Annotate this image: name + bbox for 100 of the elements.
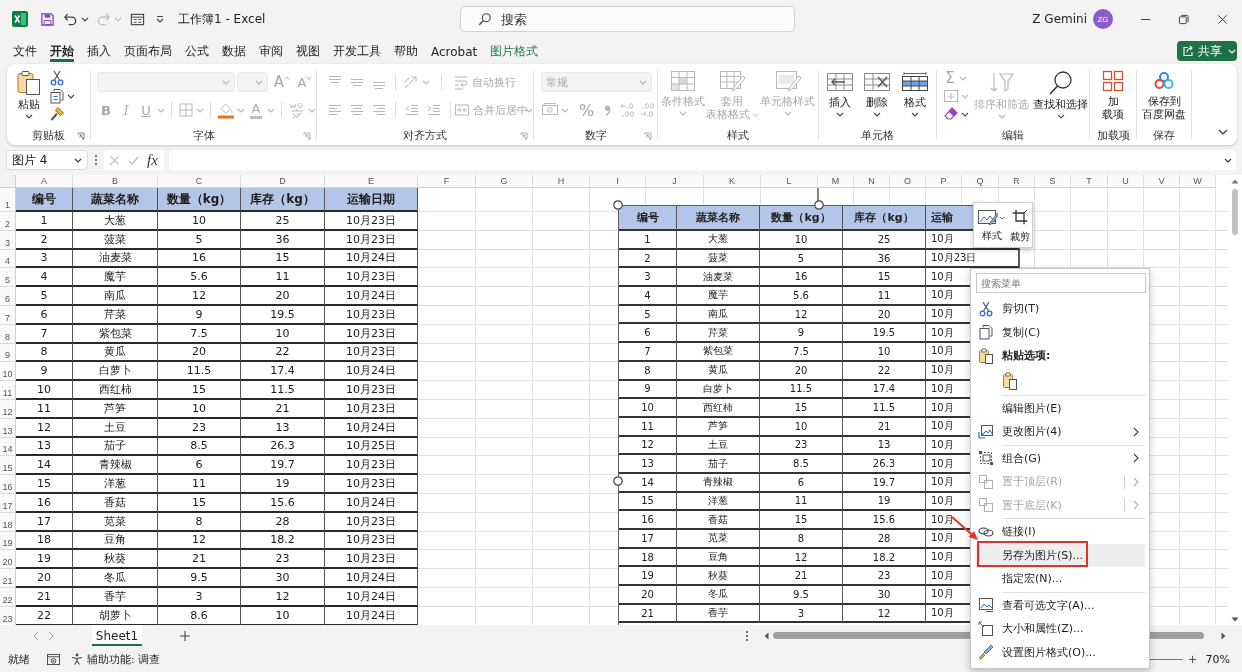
accessibility-status[interactable]: 辅助功能: 调查 (87, 651, 161, 667)
menu-tab[interactable]: 视图 (296, 38, 320, 62)
column-letter[interactable]: B (73, 175, 158, 188)
row-number[interactable]: 20 (0, 550, 16, 570)
scroll-left-icon[interactable] (764, 631, 769, 640)
column-letter[interactable]: N (854, 175, 890, 188)
restore-icon[interactable] (1177, 13, 1189, 25)
expand-formula-bar-icon[interactable] (1224, 157, 1232, 163)
collapse-ribbon-icon[interactable] (1218, 129, 1228, 135)
macro-record-icon[interactable] (47, 653, 60, 665)
menu-item[interactable]: 设置图片格式(O)... (975, 640, 1145, 664)
row-number[interactable]: 5 (0, 268, 16, 288)
save-icon[interactable] (40, 11, 55, 27)
format-painter-icon[interactable] (49, 106, 65, 122)
menu-tab[interactable]: 文件 (13, 38, 37, 62)
scroll-right-icon[interactable] (1221, 631, 1226, 640)
menu-tab[interactable]: 帮助 (394, 38, 418, 62)
resize-handle-icon[interactable] (613, 476, 623, 486)
column-letter[interactable]: Q (962, 175, 999, 188)
cancel-icon[interactable] (109, 154, 120, 166)
paste-button[interactable]: 粘贴 (14, 70, 44, 126)
resize-handle-icon[interactable] (814, 200, 824, 210)
scrollbar-thumb[interactable] (1232, 189, 1238, 235)
caret-icon[interactable] (911, 112, 920, 117)
column-letter[interactable]: S (1035, 175, 1071, 188)
rotation-handle-icon[interactable] (817, 188, 819, 201)
column-letter[interactable]: L (761, 175, 818, 188)
column-letter[interactable]: E (325, 175, 418, 188)
search-field[interactable]: 搜索 (460, 6, 795, 32)
formula-input[interactable] (169, 150, 1236, 170)
cells-button[interactable]: 删除 (861, 70, 894, 126)
row-number[interactable]: 10 (0, 362, 16, 382)
zoom-level[interactable]: 70% (1205, 652, 1230, 666)
row-number[interactable]: 11 (0, 381, 16, 400)
column-letter[interactable]: V (1144, 175, 1180, 188)
dialog-launcher-icon[interactable] (644, 131, 652, 140)
menu-tab[interactable]: 页面布局 (124, 38, 172, 62)
add-sheet-icon[interactable] (180, 630, 190, 641)
column-letter[interactable]: C (158, 175, 241, 188)
caret-icon[interactable] (873, 112, 882, 117)
enter-icon[interactable] (128, 154, 139, 166)
scroll-up-icon[interactable] (1231, 179, 1239, 184)
zoom-in-icon[interactable] (1187, 654, 1197, 664)
name-box[interactable]: 图片 4 (6, 150, 88, 170)
column-letter[interactable]: W (1180, 175, 1216, 188)
menu-tab[interactable]: 公式 (185, 38, 209, 62)
column-letter[interactable]: I (590, 175, 646, 188)
dialog-launcher-icon[interactable] (520, 131, 528, 140)
resize-handle-icon[interactable] (613, 200, 623, 210)
row-number[interactable]: 2 (0, 212, 16, 231)
column-letter[interactable]: U (1108, 175, 1144, 188)
undo-icon[interactable] (63, 11, 78, 27)
column-letter[interactable]: P (926, 175, 962, 188)
column-letter[interactable]: G (476, 175, 533, 188)
addins-button[interactable]: 加 载项 (1100, 70, 1126, 126)
caret-icon[interactable] (67, 93, 75, 99)
column-letter[interactable]: M (818, 175, 854, 188)
column-letter[interactable]: D (241, 175, 325, 188)
copy-icon[interactable] (49, 88, 65, 104)
cut-icon[interactable] (49, 70, 65, 86)
caret-icon[interactable] (961, 111, 969, 117)
select-all-button[interactable] (0, 175, 16, 188)
save-to-cloud-button[interactable]: 保存到 百度网盘 (1140, 70, 1188, 126)
dialog-launcher-icon[interactable] (77, 131, 85, 140)
menu-tab[interactable]: 图片格式 (490, 38, 539, 62)
column-letter[interactable]: R (999, 175, 1035, 188)
customize-icon[interactable] (155, 14, 165, 24)
scroll-down-icon[interactable] (1231, 617, 1239, 622)
row-number[interactable]: 15 (0, 456, 16, 476)
menu-tab[interactable]: 开发工具 (333, 38, 381, 62)
menu-tab[interactable]: 审阅 (259, 38, 283, 62)
menu-tab[interactable]: Acrobat (431, 38, 478, 62)
cells-button[interactable]: 插入 (823, 70, 856, 126)
column-letter[interactable]: O (890, 175, 926, 188)
caret-icon[interactable] (81, 16, 89, 22)
menu-search-field[interactable]: 搜索菜单 (976, 273, 1146, 293)
column-letter[interactable]: T (1071, 175, 1108, 188)
caret-icon[interactable] (74, 157, 82, 163)
column-letter[interactable]: A (16, 175, 73, 188)
close-icon[interactable] (1216, 13, 1228, 25)
previous-sheet-icon[interactable] (33, 630, 39, 641)
column-letter[interactable]: K (704, 175, 761, 188)
form-icon[interactable] (130, 11, 145, 27)
more-icon[interactable] (745, 629, 749, 642)
caret-icon[interactable] (835, 112, 844, 117)
menu-tab[interactable]: 插入 (87, 38, 111, 62)
accessibility-icon[interactable] (71, 653, 83, 665)
menu-item[interactable]: 另存为图片(S)... (975, 543, 1145, 567)
sheet-tab[interactable]: Sheet1 (92, 625, 142, 646)
dialog-launcher-icon[interactable] (303, 131, 311, 140)
menu-tab[interactable]: 数据 (222, 38, 246, 62)
row-number[interactable]: 21 (0, 569, 16, 588)
column-letter[interactable]: F (418, 175, 476, 188)
next-sheet-icon[interactable] (48, 630, 54, 641)
eraser-icon[interactable] (943, 106, 959, 122)
column-letter[interactable]: J (646, 175, 704, 188)
caret-icon[interactable] (1056, 114, 1065, 119)
insert-function-button[interactable]: fx (147, 151, 158, 169)
row-number[interactable]: 6 (0, 287, 16, 306)
find-select-button[interactable]: 查找和选择 (1032, 70, 1089, 126)
